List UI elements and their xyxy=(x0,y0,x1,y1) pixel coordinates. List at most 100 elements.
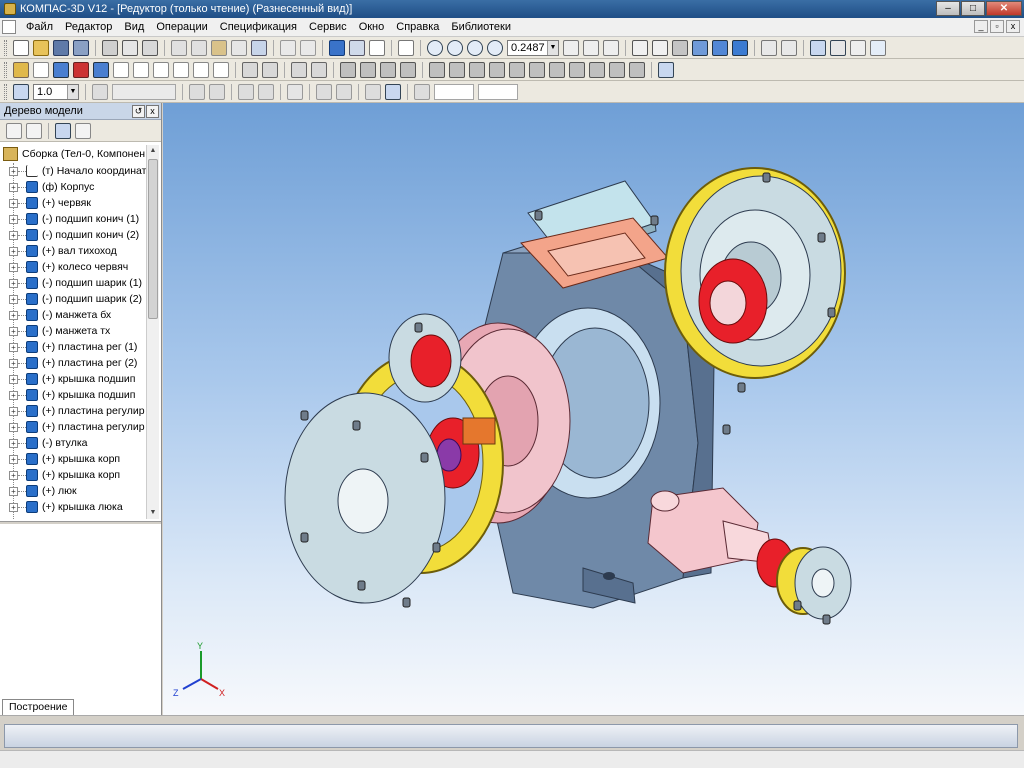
expand-icon[interactable]: + xyxy=(9,390,18,400)
revolve-icon[interactable] xyxy=(360,61,376,78)
filter-icon[interactable] xyxy=(761,39,777,56)
expand-icon[interactable]: + xyxy=(9,470,18,480)
tree-item[interactable]: + (+) пластина регулир xyxy=(0,419,146,435)
tree-item[interactable]: + (+) вал тихоход xyxy=(0,243,146,259)
tree-item[interactable]: + (+) пластина рег (2) xyxy=(0,355,146,371)
tree-item[interactable]: + (+) пластина рег (1) xyxy=(0,339,146,355)
expand-icon[interactable]: + xyxy=(9,246,18,256)
zoom-in-icon[interactable] xyxy=(447,39,463,56)
zoom-scale-icon[interactable] xyxy=(487,39,503,56)
properties-icon[interactable] xyxy=(142,39,158,56)
paste-icon[interactable] xyxy=(211,39,227,56)
expand-icon[interactable]: + xyxy=(9,294,18,304)
manager-icon[interactable] xyxy=(329,39,345,56)
format-painter-icon[interactable] xyxy=(231,39,247,56)
tree-item[interactable]: + (+) червяк xyxy=(0,195,146,211)
maximize-button[interactable]: □ xyxy=(961,1,985,16)
tree-item[interactable]: + (+) крышка подшип xyxy=(0,387,146,403)
panel-splitter[interactable] xyxy=(0,521,161,524)
expand-icon[interactable]: + xyxy=(9,486,18,496)
rotate-component-icon[interactable] xyxy=(311,61,327,78)
collision-icon[interactable] xyxy=(213,61,229,78)
close-button[interactable]: ✕ xyxy=(986,1,1022,16)
doc-minimize-button[interactable]: _ xyxy=(974,20,988,33)
expand-icon[interactable]: + xyxy=(9,502,18,512)
expand-icon[interactable]: + xyxy=(9,230,18,240)
snap-grid-icon[interactable] xyxy=(209,83,225,100)
thin-lines-icon[interactable] xyxy=(672,39,688,56)
coord-x-field[interactable] xyxy=(434,83,474,100)
3d-viewport[interactable]: Y X Z xyxy=(163,103,1024,715)
thread-icon[interactable] xyxy=(609,61,625,78)
scroll-thumb[interactable] xyxy=(148,159,158,319)
right-bearing[interactable] xyxy=(698,258,768,344)
rotate-icon[interactable] xyxy=(583,39,599,56)
cut-icon[interactable] xyxy=(171,39,187,56)
doc-close-button[interactable]: x xyxy=(1006,20,1020,33)
expand-icon[interactable]: + xyxy=(9,182,18,192)
normal-snap-icon[interactable] xyxy=(336,83,352,100)
measure-icon[interactable] xyxy=(133,61,149,78)
expand-icon[interactable]: + xyxy=(9,374,18,384)
step-cursor-icon[interactable] xyxy=(13,83,29,100)
zoom-window-icon[interactable] xyxy=(427,39,443,56)
tree-item[interactable]: + (+) пластина регулир xyxy=(0,403,146,419)
output-bearing[interactable] xyxy=(756,538,852,620)
cut-body-icon[interactable] xyxy=(589,61,605,78)
grid-icon[interactable] xyxy=(850,39,866,56)
style-icon[interactable] xyxy=(92,83,108,100)
tree-sort-icon[interactable] xyxy=(6,122,22,139)
snap-icon[interactable] xyxy=(189,83,205,100)
expand-icon[interactable]: + xyxy=(9,326,18,336)
scroll-up-icon[interactable]: ▲ xyxy=(147,145,159,157)
properties-panel-icon[interactable] xyxy=(830,39,846,56)
tree-list-icon[interactable] xyxy=(75,122,91,139)
tree-item[interactable]: + (+) крышка подшип xyxy=(0,371,146,387)
tree-item[interactable]: + (+) крышка корп xyxy=(0,451,146,467)
exploded-assembly-view[interactable]: Y X Z xyxy=(163,103,1024,715)
tree-item[interactable]: + (-) подшип шарик (2) xyxy=(0,291,146,307)
zoom-dropdown-icon[interactable]: ▼ xyxy=(547,40,558,55)
axis-icon[interactable] xyxy=(73,61,89,78)
scroll-down-icon[interactable]: ▼ xyxy=(147,507,159,519)
tree-scrollbar[interactable]: ▲ ▼ xyxy=(146,145,159,519)
expand-icon[interactable]: + xyxy=(9,358,18,368)
variables-icon[interactable] xyxy=(349,39,365,56)
menu-view[interactable]: Вид xyxy=(118,18,150,37)
wireframe-icon[interactable] xyxy=(632,39,648,56)
expand-icon[interactable]: + xyxy=(9,454,18,464)
component-add-icon[interactable] xyxy=(242,61,258,78)
tree-item[interactable]: + (-) манжета бх xyxy=(0,307,146,323)
constraints-icon[interactable] xyxy=(365,83,381,100)
pin-icon[interactable]: ↺ xyxy=(132,104,145,118)
angle-snap-icon[interactable] xyxy=(316,83,332,100)
expand-icon[interactable]: + xyxy=(9,198,18,208)
parametric-mode-icon[interactable] xyxy=(385,83,401,100)
loft-icon[interactable] xyxy=(400,61,416,78)
orientation-icon[interactable] xyxy=(603,39,619,56)
hole-icon[interactable] xyxy=(429,61,445,78)
tree-item[interactable]: + (-) подшип конич (2) xyxy=(0,227,146,243)
save-all-icon[interactable] xyxy=(73,39,89,56)
shaded-icon[interactable] xyxy=(692,39,708,56)
tree-item[interactable]: + (т) Начало координат xyxy=(0,163,146,179)
plane-icon[interactable] xyxy=(93,61,109,78)
tree-structure-icon[interactable] xyxy=(55,122,71,139)
tree-toggle-icon[interactable] xyxy=(810,39,826,56)
expand-icon[interactable]: + xyxy=(9,214,18,224)
step-field[interactable]: 1.0 ▼ xyxy=(33,83,79,100)
tree-item[interactable]: + (-) подшип конич (1) xyxy=(0,211,146,227)
redo-icon[interactable] xyxy=(300,39,316,56)
local-cs-icon[interactable] xyxy=(258,83,274,100)
section-icon[interactable] xyxy=(153,61,169,78)
tree-item[interactable]: + (+) люк xyxy=(0,483,146,499)
expand-icon[interactable]: + xyxy=(9,278,18,288)
zoom-scale-field[interactable]: 0.2487 ▼ xyxy=(507,39,559,56)
doc-restore-button[interactable]: ▫ xyxy=(990,20,1004,33)
tree-item[interactable]: + (+) крышка люка xyxy=(0,499,146,515)
copy-icon[interactable] xyxy=(191,39,207,56)
array-icon[interactable] xyxy=(549,61,565,78)
zoom-out-icon[interactable] xyxy=(467,39,483,56)
tree-item[interactable]: + (ф) Корпус xyxy=(0,179,146,195)
component-create-icon[interactable] xyxy=(262,61,278,78)
